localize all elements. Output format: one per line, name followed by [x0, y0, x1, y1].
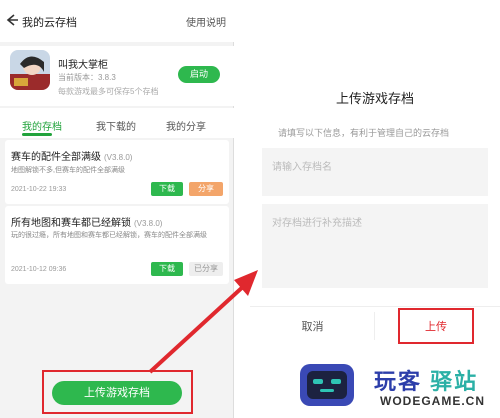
red-arrow-icon [148, 270, 258, 374]
watermark-url: WODEGAME.CN [380, 394, 485, 408]
robot-logo-icon [300, 364, 354, 406]
watermark-logo: 玩客 驿站 WODEGAME.CN [296, 360, 496, 416]
watermark-text-1: 玩客 [374, 369, 423, 394]
watermark-text-2: 驿站 [430, 369, 479, 394]
